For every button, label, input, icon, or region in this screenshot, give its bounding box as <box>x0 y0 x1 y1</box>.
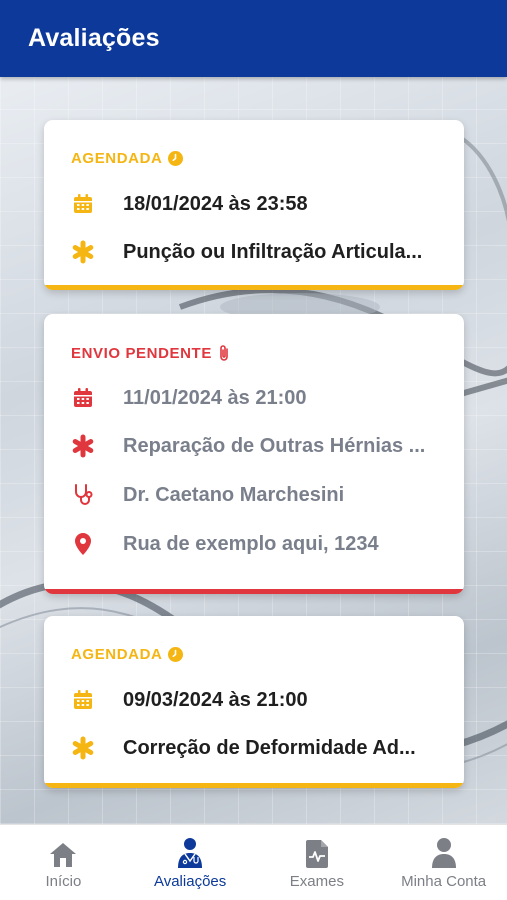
asterisk-icon <box>71 434 95 458</box>
nav-label: Início <box>45 873 82 890</box>
procedure-row: Punção ou Infiltração Articula... <box>71 240 451 264</box>
clock-icon <box>168 647 184 662</box>
nav-label: Exames <box>289 873 344 890</box>
appointment-date: 18/01/2024 às 23:58 <box>123 192 308 215</box>
procedure-name: Punção ou Infiltração Articula... <box>123 240 423 263</box>
appointment-date: 11/01/2024 às 21:00 <box>123 386 307 409</box>
calendar-icon <box>71 688 95 712</box>
procedure-name: Correção de Deformidade Ad... <box>123 736 416 759</box>
asterisk-icon <box>71 240 95 264</box>
nav-label: Minha Conta <box>401 873 487 890</box>
nav-item-exames[interactable]: Exames <box>254 825 381 900</box>
app-header: Avaliações <box>0 0 507 77</box>
status-text: ENVIO PENDENTE <box>71 344 212 362</box>
nav-label: Avaliações <box>153 873 227 890</box>
date-row: 09/03/2024 às 21:00 <box>71 688 451 712</box>
bottom-navigation: Início Avaliações Exames Minha Conta <box>0 824 507 900</box>
appointment-date: 09/03/2024 às 21:00 <box>123 688 308 711</box>
home-icon <box>48 837 78 869</box>
page-title: Avaliações <box>28 24 160 52</box>
address: Rua de exemplo aqui, 1234 <box>123 532 379 555</box>
status-bar <box>44 589 464 594</box>
user-icon <box>429 837 459 869</box>
date-row: 11/01/2024 às 21:00 <box>71 386 451 410</box>
status-text: AGENDADA <box>71 150 163 167</box>
nav-item-minha-conta[interactable]: Minha Conta <box>380 825 507 900</box>
stethoscope-icon <box>71 483 95 507</box>
status-label: AGENDADA <box>71 150 184 167</box>
address-row: Rua de exemplo aqui, 1234 <box>71 532 451 556</box>
status-bar <box>44 783 464 788</box>
nav-item-avaliacoes[interactable]: Avaliações <box>127 825 254 900</box>
nav-item-inicio[interactable]: Início <box>0 825 127 900</box>
date-row: 18/01/2024 às 23:58 <box>71 192 451 216</box>
status-bar <box>44 285 464 290</box>
calendar-icon <box>71 386 95 410</box>
doctor-name: Dr. Caetano Marchesini <box>123 483 345 506</box>
status-text: AGENDADA <box>71 646 163 663</box>
asterisk-icon <box>71 736 95 760</box>
doctor-row: Dr. Caetano Marchesini <box>71 483 451 507</box>
paperclip-icon <box>218 344 230 362</box>
procedure-row: Correção de Deformidade Ad... <box>71 736 451 760</box>
procedure-name: Reparação de Outras Hérnias ... <box>123 434 426 457</box>
location-pin-icon <box>71 532 95 556</box>
appointment-card-3[interactable]: AGENDADA 09/03/2024 às 21:00 Correção de… <box>44 616 464 788</box>
appointment-card-1[interactable]: AGENDADA 18/01/2024 às 23:58 Punção ou I… <box>44 120 464 290</box>
status-label: ENVIO PENDENTE <box>71 344 230 362</box>
appointment-card-2[interactable]: ENVIO PENDENTE 11/01/2024 às 21:00 Repar… <box>44 314 464 594</box>
procedure-row: Reparação de Outras Hérnias ... <box>71 434 451 458</box>
doctor-icon <box>175 837 205 869</box>
exam-report-icon <box>302 837 332 869</box>
clock-icon <box>168 151 184 166</box>
calendar-icon <box>71 192 95 216</box>
status-label: AGENDADA <box>71 646 184 663</box>
